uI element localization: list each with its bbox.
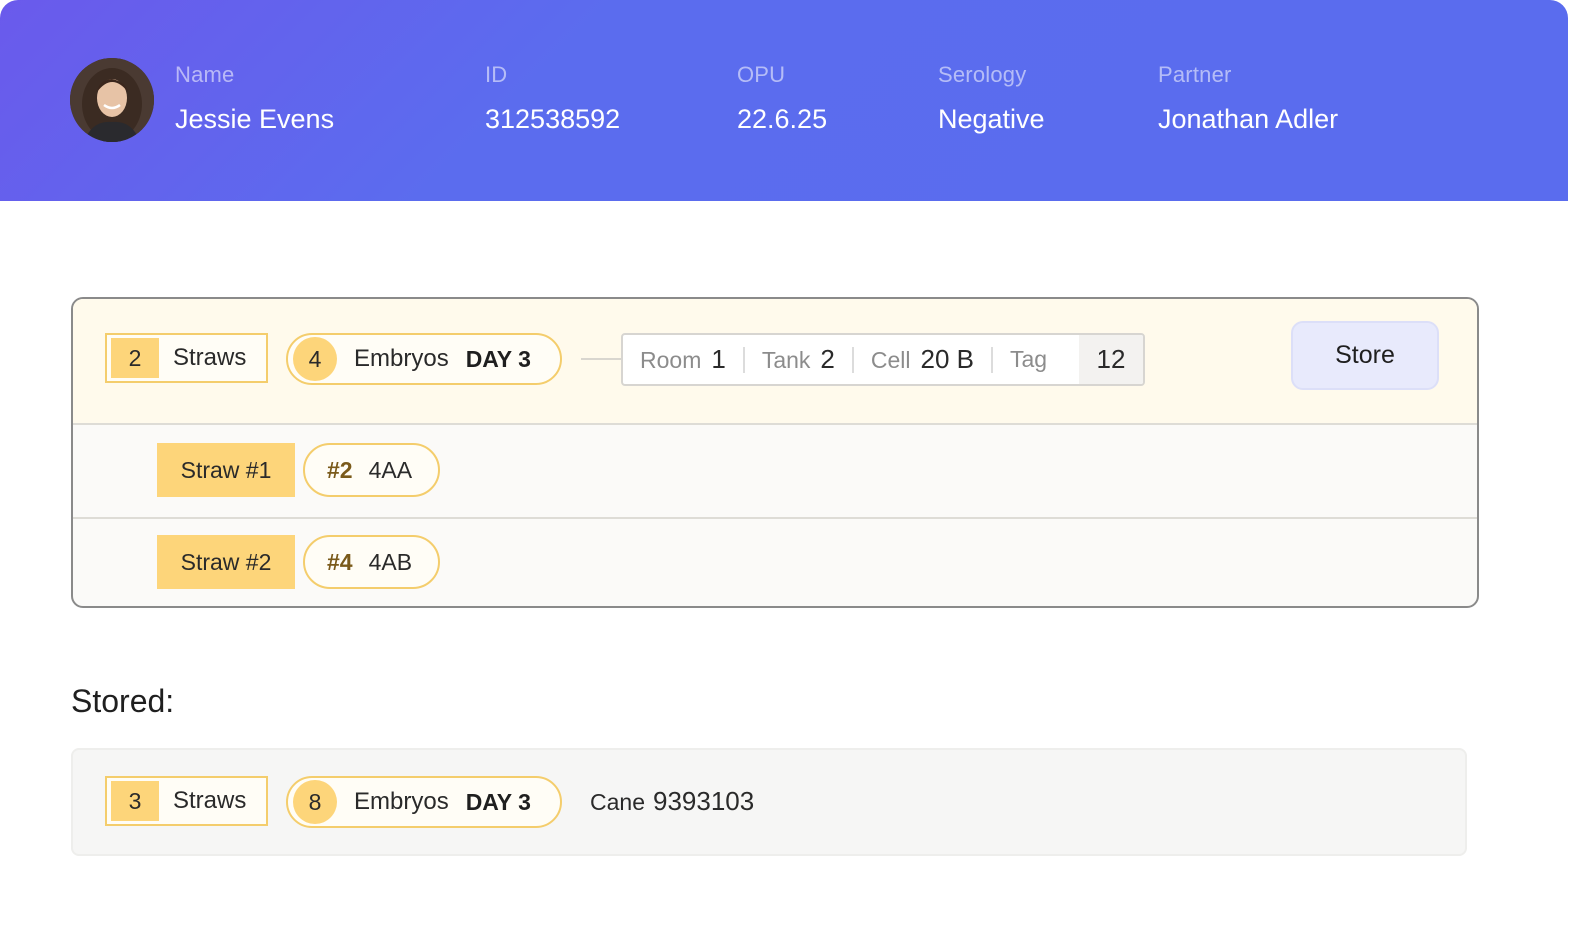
stored-embryos-chip[interactable]: 8 Embryos DAY 3 [286,776,562,828]
straw-1-button[interactable]: Straw #1 [157,443,295,497]
straws-count: 2 [111,338,159,378]
embryo-grade: 4AA [368,456,413,483]
straw-2-embryo-chip[interactable]: #4 4AB [303,535,441,589]
stored-summary-card: 3 Straws 8 Embryos DAY 3 Cane 9393103 [71,748,1467,856]
tank-label: Tank [761,347,811,373]
patient-name: Jessie Evens [175,104,335,134]
cane-info: Cane 9393103 [590,786,754,817]
embryos-count: 4 [293,337,337,381]
id-label: ID [485,62,508,87]
cane-number: 9393103 [652,786,755,816]
serology-field: Serology Negative [938,62,1045,135]
store-button[interactable]: Store [1291,321,1439,390]
name-label: Name [175,62,235,87]
straws-count-chip[interactable]: 2 Straws [105,333,268,383]
stored-day-label: DAY 3 [465,788,531,815]
opu-date: 22.6.25 [737,104,828,134]
straw-1-embryo-chip[interactable]: #2 4AA [303,443,441,497]
tag-segment: Tag [993,346,1064,373]
cell-value: 20 B [920,344,975,374]
room-label: Room [640,347,702,373]
tag-label: Tag [1010,346,1048,372]
cell-segment[interactable]: Cell 20 B [854,344,991,375]
connector-line [581,358,621,360]
tag-input[interactable]: 12 [1079,335,1143,384]
tank-value: 2 [820,344,835,374]
stored-embryos-count: 8 [293,780,337,824]
embryo-grade: 4AB [368,548,413,575]
room-segment[interactable]: Room 1 [623,344,743,375]
embryo-number: #4 [327,548,353,575]
stored-straws-label: Straws [173,787,247,814]
tank-segment[interactable]: Tank 2 [745,344,852,375]
opu-field: OPU 22.6.25 [737,62,827,135]
pending-storage-card: 2 Straws 4 Embryos DAY 3 Room 1 Tank 2 C… [71,297,1479,608]
straw-row: Straw #2 #4 4AB [73,519,1477,606]
patient-avatar [70,58,154,142]
day-label: DAY 3 [465,345,531,372]
partner-label: Partner [1158,62,1232,87]
straw-row: Straw #1 #2 4AA [73,425,1477,519]
id-field: ID 312538592 [485,62,620,135]
stored-straws-chip[interactable]: 3 Straws [105,776,268,826]
partner-field: Partner Jonathan Adler [1158,62,1338,135]
patient-header: Name Jessie Evens ID 312538592 OPU 22.6.… [0,0,1568,201]
cell-label: Cell [870,347,911,373]
stored-straws-count: 3 [111,781,159,821]
serology-value: Negative [938,104,1045,134]
stored-embryos-label: Embryos [354,788,449,815]
serology-label: Serology [938,62,1027,87]
name-field: Name Jessie Evens [175,62,334,135]
avatar-photo-icon [70,58,154,142]
straw-2-button[interactable]: Straw #2 [157,535,295,589]
opu-label: OPU [737,62,786,87]
cane-label: Cane [590,789,645,815]
storage-summary-row: 2 Straws 4 Embryos DAY 3 Room 1 Tank 2 C… [73,299,1477,425]
embryo-number: #2 [327,456,353,483]
partner-name: Jonathan Adler [1158,104,1339,134]
straws-label: Straws [173,344,247,371]
embryos-count-chip[interactable]: 4 Embryos DAY 3 [286,333,562,385]
storage-location-box[interactable]: Room 1 Tank 2 Cell 20 B Tag 12 [621,333,1145,386]
stored-heading: Stored: [71,683,175,719]
embryos-label: Embryos [354,345,449,372]
room-value: 1 [711,344,726,374]
patient-id: 312538592 [485,104,621,134]
app-frame: Name Jessie Evens ID 312538592 OPU 22.6.… [0,0,1568,936]
